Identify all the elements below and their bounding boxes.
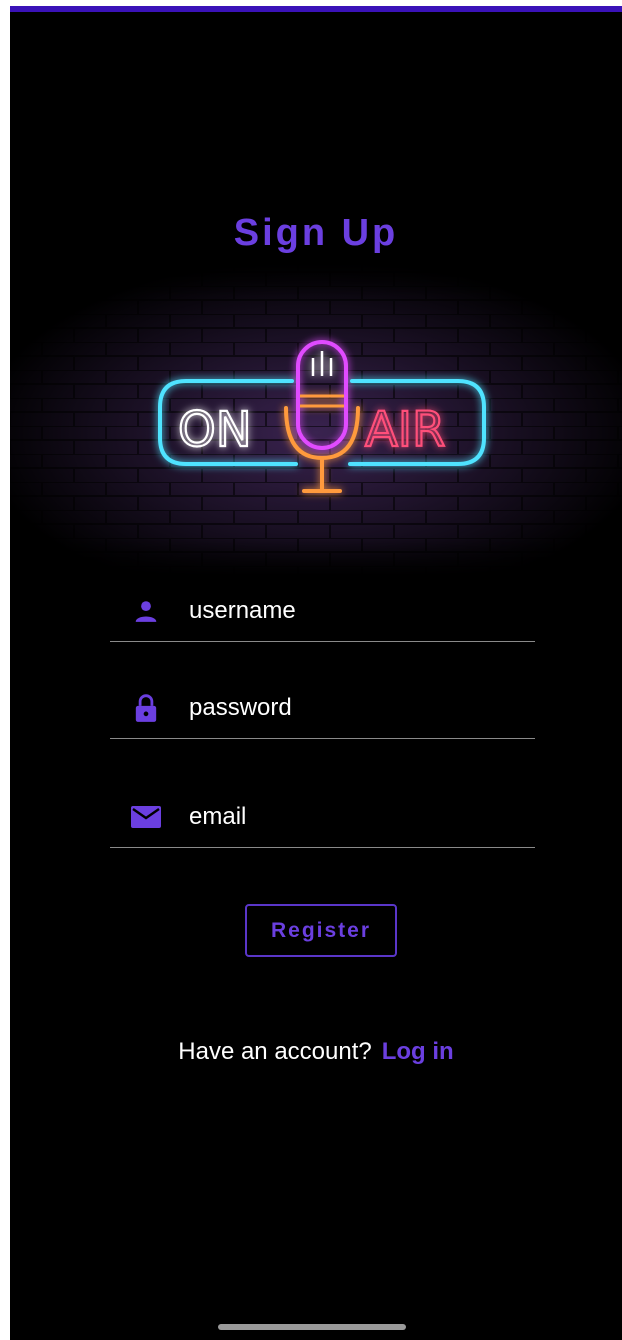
username-field[interactable]: username: [110, 581, 535, 642]
svg-text:ON: ON: [178, 402, 252, 458]
home-indicator[interactable]: [218, 1324, 406, 1330]
login-row: Have an account? Log in: [10, 1038, 622, 1066]
email-input[interactable]: email: [189, 803, 246, 831]
username-input[interactable]: username: [189, 597, 296, 625]
password-field[interactable]: password: [110, 678, 535, 739]
register-button[interactable]: Register: [245, 904, 397, 957]
password-input[interactable]: password: [189, 694, 292, 722]
status-bar: [10, 6, 622, 12]
login-link[interactable]: Log in: [382, 1038, 454, 1065]
person-icon: [130, 595, 162, 627]
on-air-banner-image: ON AIR: [10, 258, 622, 576]
login-prompt: Have an account?: [178, 1038, 372, 1065]
lock-icon: [130, 692, 162, 724]
email-field[interactable]: email: [110, 787, 535, 848]
svg-text:AIR: AIR: [365, 402, 445, 458]
app-screen: Sign Up ON AIR username password email R…: [10, 6, 622, 1340]
page-title: Sign Up: [233, 212, 399, 254]
mail-icon: [130, 801, 162, 833]
